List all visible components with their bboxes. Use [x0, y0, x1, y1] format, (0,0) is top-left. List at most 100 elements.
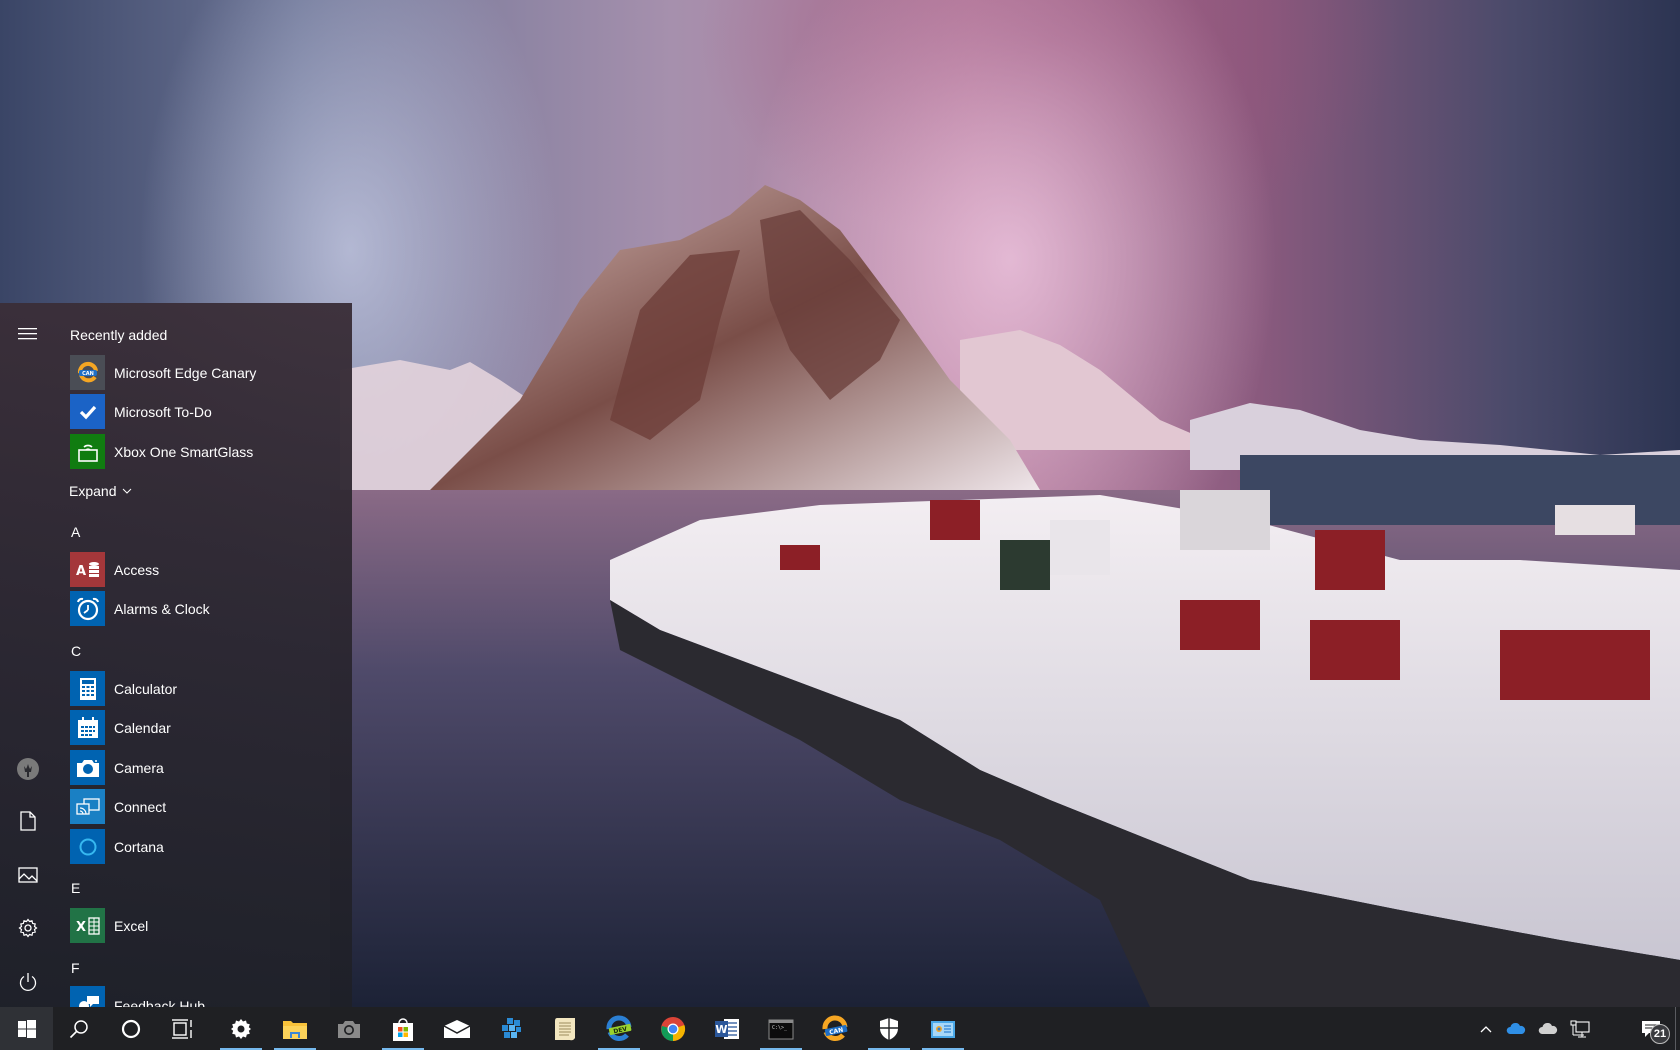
smartglass-icon: [77, 444, 98, 462]
power-icon: [19, 973, 37, 991]
app-label: Microsoft To-Do: [114, 403, 212, 420]
svg-text:CAN: CAN: [82, 371, 94, 377]
app-label: Alarms & Clock: [114, 600, 210, 617]
action-center-button[interactable]: 21: [1628, 1007, 1674, 1050]
cortana-button[interactable]: [105, 1007, 157, 1050]
tray-onedrive-personal[interactable]: [1500, 1007, 1532, 1050]
group-letter-a[interactable]: A: [71, 524, 80, 540]
expand-label: Expand: [69, 483, 117, 499]
expand-recently-added-button[interactable]: Expand: [69, 483, 132, 499]
shield-icon: [880, 1017, 898, 1040]
taskbar-app-edge-dev[interactable]: DEV: [594, 1007, 644, 1050]
notification-count-badge: 21: [1650, 1024, 1670, 1044]
search-button[interactable]: [53, 1007, 105, 1050]
power-button[interactable]: [0, 958, 56, 1006]
start-menu: Recently added CAN Microsoft Edge Canary…: [0, 303, 352, 1007]
app-tile: [70, 591, 105, 626]
group-letter-e[interactable]: E: [71, 880, 80, 896]
app-item-alarms-clock[interactable]: Alarms & Clock: [70, 590, 340, 627]
pictures-icon: [18, 867, 38, 883]
app-tile: [70, 789, 105, 824]
taskbar-app-notepad[interactable]: [540, 1007, 590, 1050]
taskbar-app-mail[interactable]: [432, 1007, 482, 1050]
app-label: Camera: [114, 759, 164, 776]
app-label: Connect: [114, 798, 167, 815]
edge-dev-icon: DEV: [606, 1015, 632, 1041]
app-tile: X: [70, 908, 105, 943]
taskbar-app-windows-security[interactable]: [864, 1007, 914, 1050]
start-menu-expand-button[interactable]: [0, 310, 56, 358]
taskbar-app-word[interactable]: W: [702, 1007, 752, 1050]
taskbar-app-settings[interactable]: [216, 1007, 266, 1050]
app-item-cortana[interactable]: Cortana: [70, 828, 340, 865]
search-icon: [69, 1019, 88, 1038]
documents-button[interactable]: [0, 797, 56, 845]
app-item-feedback-hub[interactable]: Feedback Hub: [70, 986, 340, 1007]
app-item-xbox-smartglass[interactable]: Xbox One SmartGlass: [70, 433, 340, 470]
svg-text:X: X: [76, 920, 86, 935]
pictures-button[interactable]: [0, 851, 56, 899]
camera-icon: [338, 1020, 360, 1038]
app-label: Calendar: [114, 719, 171, 736]
tray-network[interactable]: [1564, 1007, 1596, 1050]
tray-onedrive-business[interactable]: [1532, 1007, 1564, 1050]
app-label: Cortana: [114, 838, 164, 855]
app-item-excel[interactable]: X Excel: [70, 907, 340, 944]
app-tile: CAN: [70, 355, 105, 390]
terminal-icon: C:\>_: [768, 1019, 794, 1039]
start-menu-rail: [0, 303, 56, 1007]
taskbar-app-cube-tool[interactable]: [486, 1007, 536, 1050]
connect-icon: [75, 797, 100, 815]
tray-overflow-button[interactable]: [1474, 1007, 1498, 1050]
excel-icon: X: [76, 916, 100, 935]
app-tile: [70, 829, 105, 864]
folder-icon: [283, 1020, 307, 1039]
chrome-icon: [661, 1016, 686, 1041]
settings-button[interactable]: [0, 904, 56, 952]
show-desktop-button[interactable]: [1675, 1007, 1680, 1050]
app-list: Recently added CAN Microsoft Edge Canary…: [56, 303, 352, 1007]
access-icon: A: [76, 561, 99, 579]
svg-text:W: W: [715, 1023, 727, 1036]
feedback-hub-icon: [78, 995, 99, 1007]
recently-added-heading: Recently added: [70, 327, 168, 343]
checkmark-icon: [79, 405, 96, 419]
app-item-edge-canary[interactable]: CAN Microsoft Edge Canary: [70, 354, 340, 391]
taskbar-app-chrome[interactable]: [648, 1007, 698, 1050]
calculator-icon: [79, 677, 96, 700]
taskbar: DEV W C:\>_ CAN 21: [0, 1007, 1680, 1050]
app-item-access[interactable]: A Access: [70, 551, 340, 588]
app-item-connect[interactable]: Connect: [70, 788, 340, 825]
taskbar-app-file-explorer[interactable]: [270, 1007, 320, 1050]
group-letter-c[interactable]: C: [71, 643, 81, 659]
app-item-calendar[interactable]: Calendar: [70, 709, 340, 746]
app-item-camera[interactable]: Camera: [70, 749, 340, 786]
gear-icon: [231, 1018, 251, 1039]
app-label: Calculator: [114, 680, 178, 697]
taskbar-app-command-prompt[interactable]: C:\>_: [756, 1007, 806, 1050]
app-item-calculator[interactable]: Calculator: [70, 670, 340, 707]
app-label: Microsoft Edge Canary: [114, 364, 257, 381]
app-item-microsoft-to-do[interactable]: Microsoft To-Do: [70, 393, 340, 430]
user-avatar-icon: [17, 758, 39, 780]
document-icon: [20, 811, 36, 831]
task-view-button[interactable]: [157, 1007, 209, 1050]
start-button[interactable]: [0, 1007, 53, 1050]
app-tile: [70, 986, 105, 1007]
mail-icon: [443, 1019, 471, 1038]
app-tile: [70, 671, 105, 706]
edge-canary-icon: CAN: [822, 1015, 848, 1041]
svg-text:A: A: [76, 564, 86, 579]
taskbar-app-control-panel[interactable]: [918, 1007, 968, 1050]
scroll-icon: [555, 1017, 575, 1040]
group-letter-f[interactable]: F: [71, 960, 80, 976]
calendar-icon: [77, 716, 98, 738]
chevron-down-icon: [123, 488, 132, 494]
taskbar-app-microsoft-store[interactable]: [378, 1007, 428, 1050]
user-account-button[interactable]: [0, 745, 56, 793]
taskbar-app-camera[interactable]: [324, 1007, 374, 1050]
taskbar-app-edge-canary[interactable]: CAN: [810, 1007, 860, 1050]
chevron-up-icon: [1480, 1025, 1492, 1032]
word-icon: W: [715, 1018, 739, 1039]
svg-text:DEV: DEV: [613, 1025, 628, 1035]
